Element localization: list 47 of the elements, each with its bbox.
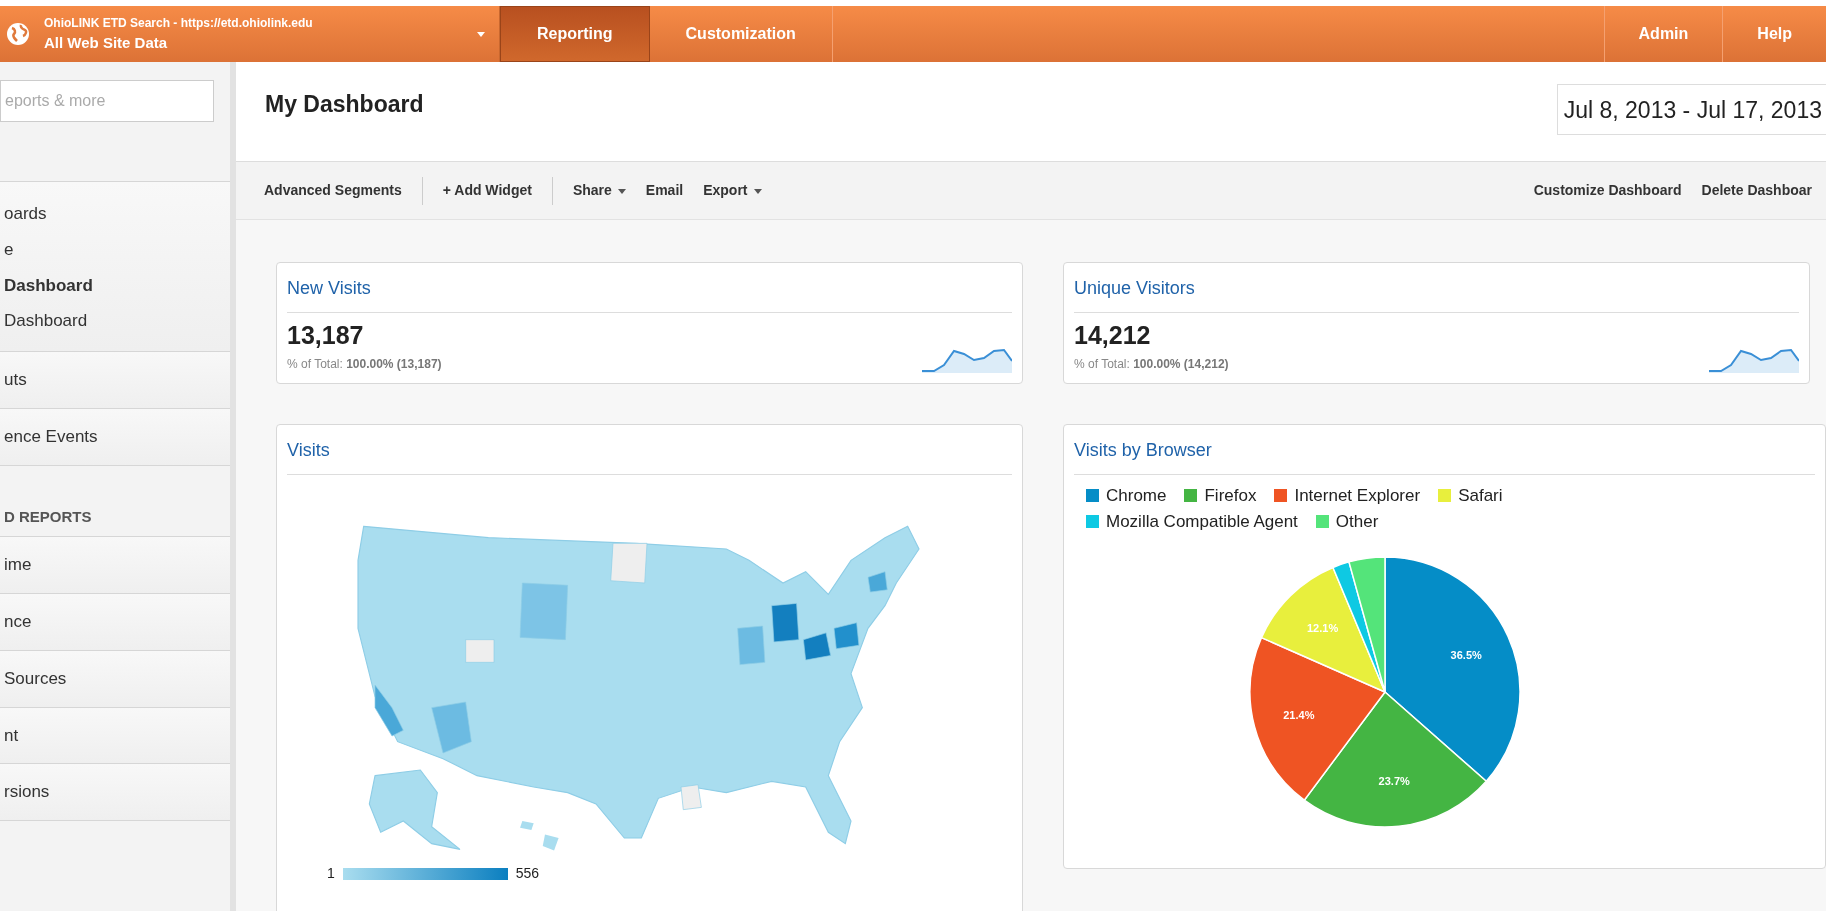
toolbar-button[interactable]: Export [693, 180, 772, 201]
sidebar-item[interactable]: Sources [4, 668, 67, 688]
data-label: 12.1% [1306, 622, 1338, 635]
data-label: 23.7% [1378, 774, 1410, 787]
toolbar-button[interactable]: + Add Widget [432, 180, 542, 201]
legend-label: Other [1335, 510, 1379, 533]
widget-title[interactable]: Visits by Browser [1074, 435, 1815, 475]
toolbar-button[interactable]: Customize Dashboard [1523, 180, 1692, 201]
sidebar-item[interactable]: Dashboard [4, 275, 93, 295]
legend-label: Firefox [1204, 485, 1257, 507]
caret-icon[interactable] [477, 31, 485, 37]
search-field[interactable]: eports & more [0, 80, 214, 122]
data-label: 21.4% [1282, 708, 1314, 721]
metric-note: % of Total: 100.00% (14,212) [1074, 355, 1229, 373]
toolbar-button[interactable]: Delete Dashboar [1691, 180, 1822, 201]
legend-label: Mozilla Compatible Agent [1106, 510, 1298, 533]
toolbar-button[interactable]: Email [635, 180, 694, 201]
legend-label: Safari [1458, 485, 1503, 507]
toolbar-button[interactable]: Share [562, 180, 636, 201]
widget-title[interactable]: New Visits [287, 273, 1012, 313]
sidebar-item[interactable]: e [4, 239, 14, 259]
scale-label: 1 [327, 864, 335, 883]
sidebar-item[interactable]: rsions [4, 782, 50, 802]
section-heading: D REPORTS [4, 507, 92, 525]
sidebar-item[interactable]: nce [4, 612, 32, 632]
metric-note: % of Total: 100.00% (13,187) [287, 355, 442, 373]
widget-title[interactable]: Unique Visitors [1074, 273, 1799, 313]
date-range-picker[interactable]: Jul 8, 2013 - Jul 17, 2013 [1556, 84, 1826, 135]
widget-title[interactable]: Visits [287, 435, 1012, 475]
legend-label: Internet Explorer [1294, 485, 1421, 507]
scale-label: 556 [515, 864, 540, 883]
sidebar-item[interactable]: ime [4, 555, 32, 575]
sidebar-item[interactable]: uts [4, 370, 27, 390]
page-title: My Dashboard [265, 90, 424, 119]
sidebar-item[interactable]: nt [4, 725, 19, 745]
view-name: All Web Site Data [44, 32, 169, 53]
sidebar-item[interactable]: ence Events [4, 427, 98, 446]
metric-value: 13,187 [287, 320, 365, 351]
data-label: 36.5% [1450, 649, 1482, 662]
sidebar-item[interactable]: oards [4, 204, 47, 223]
toolbar-button[interactable]: Advanced Segments [254, 180, 412, 201]
globe-icon [6, 22, 30, 46]
legend-label: Chrome [1106, 485, 1167, 507]
sidebar-item[interactable]: Dashboard [4, 311, 88, 331]
property-name: OhioLINK ETD Search - https://etd.ohiolink.edu [44, 14, 314, 32]
metric-value: 14,212 [1074, 320, 1152, 351]
nav-tab[interactable]: Reporting [500, 6, 650, 62]
